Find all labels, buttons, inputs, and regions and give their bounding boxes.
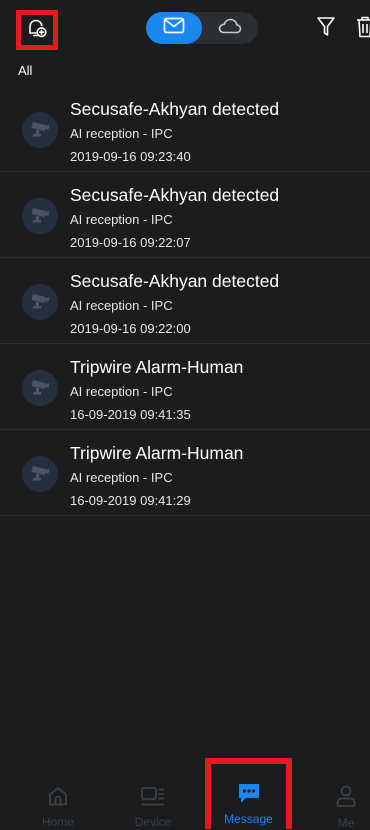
list-item[interactable]: Tripwire Alarm-Human AI reception - IPC …	[0, 430, 370, 516]
list-item[interactable]: Secusafe-Akhyan detected AI reception - …	[0, 258, 370, 344]
message-source-switch	[146, 12, 258, 44]
camera-icon	[29, 289, 51, 316]
list-item[interactable]: Secusafe-Akhyan detected AI reception - …	[0, 172, 370, 258]
list-item[interactable]: Tripwire Alarm-Human AI reception - IPC …	[0, 344, 370, 430]
camera-icon	[29, 203, 51, 230]
bell-settings-button[interactable]	[16, 10, 58, 50]
filter-icon	[316, 17, 336, 42]
message-source: AI reception - IPC	[70, 212, 173, 227]
device-icon	[140, 784, 166, 807]
tab-cloud-messages[interactable]	[202, 12, 258, 44]
camera-icon	[29, 461, 51, 488]
bell-settings-icon	[26, 17, 48, 44]
message-source: AI reception - IPC	[70, 298, 173, 313]
home-icon	[47, 784, 69, 807]
nav-message[interactable]: Message	[205, 758, 292, 829]
camera-icon	[29, 375, 51, 402]
message-time: 2019-09-16 09:22:00	[70, 321, 191, 336]
message-title: Secusafe-Akhyan detected	[70, 185, 280, 205]
nav-home-label: Home	[41, 815, 74, 829]
nav-me[interactable]: Me	[311, 772, 370, 830]
trash-icon	[356, 16, 370, 42]
message-title: Tripwire Alarm-Human	[70, 443, 244, 463]
message-time: 2019-09-16 09:23:40	[70, 149, 191, 164]
nav-device[interactable]: Device	[118, 772, 188, 829]
message-title: Secusafe-Akhyan detected	[70, 271, 280, 291]
user-icon	[335, 784, 357, 808]
message-time: 16-09-2019 09:41:35	[70, 407, 191, 422]
filter-scope-label[interactable]: All	[18, 63, 32, 78]
nav-home[interactable]: Home	[23, 772, 93, 829]
delete-button[interactable]	[356, 16, 370, 38]
camera-icon	[29, 117, 51, 144]
camera-avatar	[22, 198, 58, 234]
message-title: Secusafe-Akhyan detected	[70, 99, 280, 119]
message-source: AI reception - IPC	[70, 126, 173, 141]
message-time: 16-09-2019 09:41:29	[70, 493, 191, 508]
message-list: Secusafe-Akhyan detected AI reception - …	[0, 86, 370, 516]
message-time: 2019-09-16 09:22:07	[70, 235, 191, 250]
message-title: Tripwire Alarm-Human	[70, 357, 244, 377]
filter-button[interactable]	[316, 16, 336, 38]
mail-icon	[163, 17, 185, 39]
nav-message-label: Message	[224, 812, 273, 826]
camera-avatar	[22, 284, 58, 320]
list-item[interactable]: Secusafe-Akhyan detected AI reception - …	[0, 86, 370, 172]
cloud-icon	[218, 18, 242, 39]
nav-me-label: Me	[337, 816, 355, 830]
nav-device-label: Device	[134, 815, 172, 829]
message-icon	[237, 780, 261, 806]
bottom-nav: Home Device Message Me	[0, 758, 370, 830]
top-bar: All	[0, 0, 370, 78]
camera-avatar	[22, 112, 58, 148]
camera-avatar	[22, 456, 58, 492]
camera-avatar	[22, 370, 58, 406]
message-source: AI reception - IPC	[70, 470, 173, 485]
tab-local-messages[interactable]	[146, 12, 202, 44]
message-source: AI reception - IPC	[70, 384, 173, 399]
